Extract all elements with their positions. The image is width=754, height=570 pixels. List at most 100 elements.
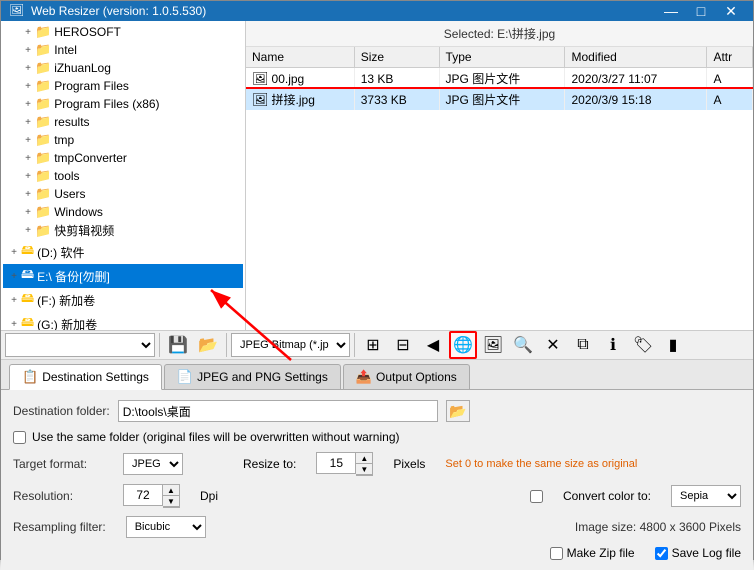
res-spin-up[interactable]: ▲: [163, 485, 179, 496]
save-button[interactable]: 💾: [164, 331, 192, 359]
convert-color-checkbox[interactable]: [530, 490, 543, 503]
copy-btn[interactable]: ⧉: [569, 331, 597, 359]
tree-item-program_files_x86[interactable]: +📁Program Files (x86): [3, 95, 243, 113]
spin-up[interactable]: ▲: [356, 453, 372, 464]
col-modified[interactable]: Modified: [565, 47, 707, 68]
dest-folder-input[interactable]: [118, 400, 438, 422]
tree-item-tmp[interactable]: +📁tmp: [3, 131, 243, 149]
bar-btn[interactable]: ▮: [659, 331, 687, 359]
same-folder-checkbox[interactable]: [13, 431, 26, 444]
minimize-button[interactable]: —: [657, 1, 685, 21]
tree-expand-results[interactable]: +: [21, 117, 35, 128]
delete-btn[interactable]: ✕: [539, 331, 567, 359]
spin-down[interactable]: ▼: [356, 464, 372, 475]
res-spin-down[interactable]: ▼: [163, 496, 179, 507]
file-icon: 🖼: [252, 92, 269, 107]
tree-item-g_drive[interactable]: +🖴(G:) 新加卷: [3, 312, 243, 330]
file-tree[interactable]: +📁HEROSOFT+📁Intel+📁iZhuanLog+📁Program Fi…: [1, 21, 246, 330]
tag-btn[interactable]: 🏷: [629, 331, 657, 359]
col-size[interactable]: Size: [354, 47, 439, 68]
tree-expand-e_drive[interactable]: +: [7, 271, 21, 282]
resolution-unit: Dpi: [200, 489, 218, 503]
tree-item-windows[interactable]: +📁Windows: [3, 203, 243, 221]
tree-label-program_files_x86: Program Files (x86): [54, 97, 159, 111]
tree-expand-windows[interactable]: +: [21, 207, 35, 218]
zoom-btn[interactable]: 🔍: [509, 331, 537, 359]
make-zip-checkbox[interactable]: [550, 547, 563, 560]
prev-btn[interactable]: ◀: [419, 331, 447, 359]
tree-label-d_drive: (D:) 软件: [37, 244, 84, 261]
col-type[interactable]: Type: [439, 47, 565, 68]
tree-item-results[interactable]: +📁results: [3, 113, 243, 131]
grid-btn-1[interactable]: ⊞: [359, 331, 387, 359]
info-btn[interactable]: ℹ: [599, 331, 627, 359]
tree-item-herosoft[interactable]: +📁HEROSOFT: [3, 23, 243, 41]
tree-expand-program_files_x86[interactable]: +: [21, 99, 35, 110]
tree-item-program_files[interactable]: +📁Program Files: [3, 77, 243, 95]
resampling-select[interactable]: Bicubic Bilinear Lanczos: [126, 516, 206, 538]
spin-buttons[interactable]: ▲ ▼: [356, 452, 373, 476]
tree-folder-icon-e_drive: 🖴: [21, 265, 34, 287]
tree-expand-herosoft[interactable]: +: [21, 27, 35, 38]
save-log-checkbox[interactable]: [655, 547, 668, 560]
format-select[interactable]: JPEG Bitmap (*.jp: [231, 333, 350, 357]
tree-item-f_drive[interactable]: +🖴(F:) 新加卷: [3, 288, 243, 312]
resize-value-input[interactable]: [316, 452, 356, 474]
tree-expand-intel[interactable]: +: [21, 45, 35, 56]
tree-expand-tmp[interactable]: +: [21, 135, 35, 146]
load-btn[interactable]: 🌐: [449, 331, 477, 359]
close-button[interactable]: ✕: [717, 1, 745, 21]
resolution-input[interactable]: [123, 484, 163, 506]
tree-expand-quick_edit[interactable]: +: [21, 225, 35, 236]
file-table: Name Size Type Modified Attr 🖼00.jpg13 K…: [246, 47, 753, 110]
col-attr[interactable]: Attr: [707, 47, 753, 68]
resolution-spin-buttons[interactable]: ▲ ▼: [163, 484, 180, 508]
tree-item-users[interactable]: +📁Users: [3, 185, 243, 203]
grid-btn-2[interactable]: ⊟: [389, 331, 417, 359]
convert-color-label[interactable]: Convert color to:: [563, 489, 651, 503]
tree-expand-izhuanlog[interactable]: +: [21, 63, 35, 74]
tree-label-g_drive: (G:) 新加卷: [37, 316, 97, 331]
tree-item-izhuanlog[interactable]: +📁iZhuanLog: [3, 59, 243, 77]
tree-expand-g_drive[interactable]: +: [7, 319, 21, 330]
tab-output[interactable]: 📤 Output Options: [343, 364, 470, 389]
tree-folder-icon-results: 📁: [35, 114, 51, 130]
tree-label-izhuanlog: iZhuanLog: [54, 61, 111, 75]
tree-expand-tools[interactable]: +: [21, 171, 35, 182]
tree-item-quick_edit[interactable]: +📁快剪辑视频: [3, 221, 243, 240]
tree-item-tmpconverter[interactable]: +📁tmpConverter: [3, 149, 243, 167]
open-folder-button[interactable]: 📂: [194, 331, 222, 359]
tree-expand-users[interactable]: +: [21, 189, 35, 200]
table-cell-0: 🖼拼接.jpg: [246, 89, 354, 110]
same-folder-label[interactable]: Use the same folder (original files will…: [32, 430, 400, 444]
make-zip-label[interactable]: Make Zip file: [550, 546, 635, 560]
convert-color-select[interactable]: Sepia Grayscale None: [671, 485, 741, 507]
tree-label-quick_edit: 快剪辑视频: [54, 222, 114, 239]
tree-item-intel[interactable]: +📁Intel: [3, 41, 243, 59]
tree-expand-program_files[interactable]: +: [21, 81, 35, 92]
tree-item-tools[interactable]: +📁tools: [3, 167, 243, 185]
file-list-scroll[interactable]: Name Size Type Modified Attr 🖼00.jpg13 K…: [246, 47, 753, 110]
table-row[interactable]: 🖼拼接.jpg3733 KBJPG 图片文件2020/3/9 15:18A: [246, 89, 753, 110]
tree-expand-tmpconverter[interactable]: +: [21, 153, 35, 164]
window-controls: — □ ✕: [657, 1, 745, 21]
tree-item-d_drive[interactable]: +🖴(D:) 软件: [3, 240, 243, 264]
target-format-select[interactable]: JPEG PNG BMP: [123, 453, 183, 475]
tree-label-herosoft: HEROSOFT: [54, 25, 121, 39]
maximize-button[interactable]: □: [687, 1, 715, 21]
table-row[interactable]: 🖼00.jpg13 KBJPG 图片文件2020/3/27 11:07A: [246, 68, 753, 90]
image-btn[interactable]: 🖼: [479, 331, 507, 359]
tree-expand-d_drive[interactable]: +: [7, 247, 21, 258]
browse-folder-button[interactable]: 📂: [446, 400, 470, 422]
tab-jpeg-png[interactable]: 📄 JPEG and PNG Settings: [164, 364, 341, 389]
tree-expand-f_drive[interactable]: +: [7, 295, 21, 306]
path-dropdown[interactable]: [5, 333, 155, 357]
format-resize-row: Target format: JPEG PNG BMP Resize to: ▲…: [13, 452, 741, 476]
tree-label-f_drive: (F:) 新加卷: [37, 292, 95, 309]
tree-item-e_drive[interactable]: +🖴E:\ 备份[勿删]: [3, 264, 243, 288]
col-name[interactable]: Name: [246, 47, 354, 68]
table-cell-0: 🖼00.jpg: [246, 68, 354, 90]
resize-warning: Set 0 to make the same size as original: [445, 458, 637, 470]
save-log-label[interactable]: Save Log file: [655, 546, 741, 560]
tab-destination[interactable]: 📋 Destination Settings: [9, 364, 162, 390]
